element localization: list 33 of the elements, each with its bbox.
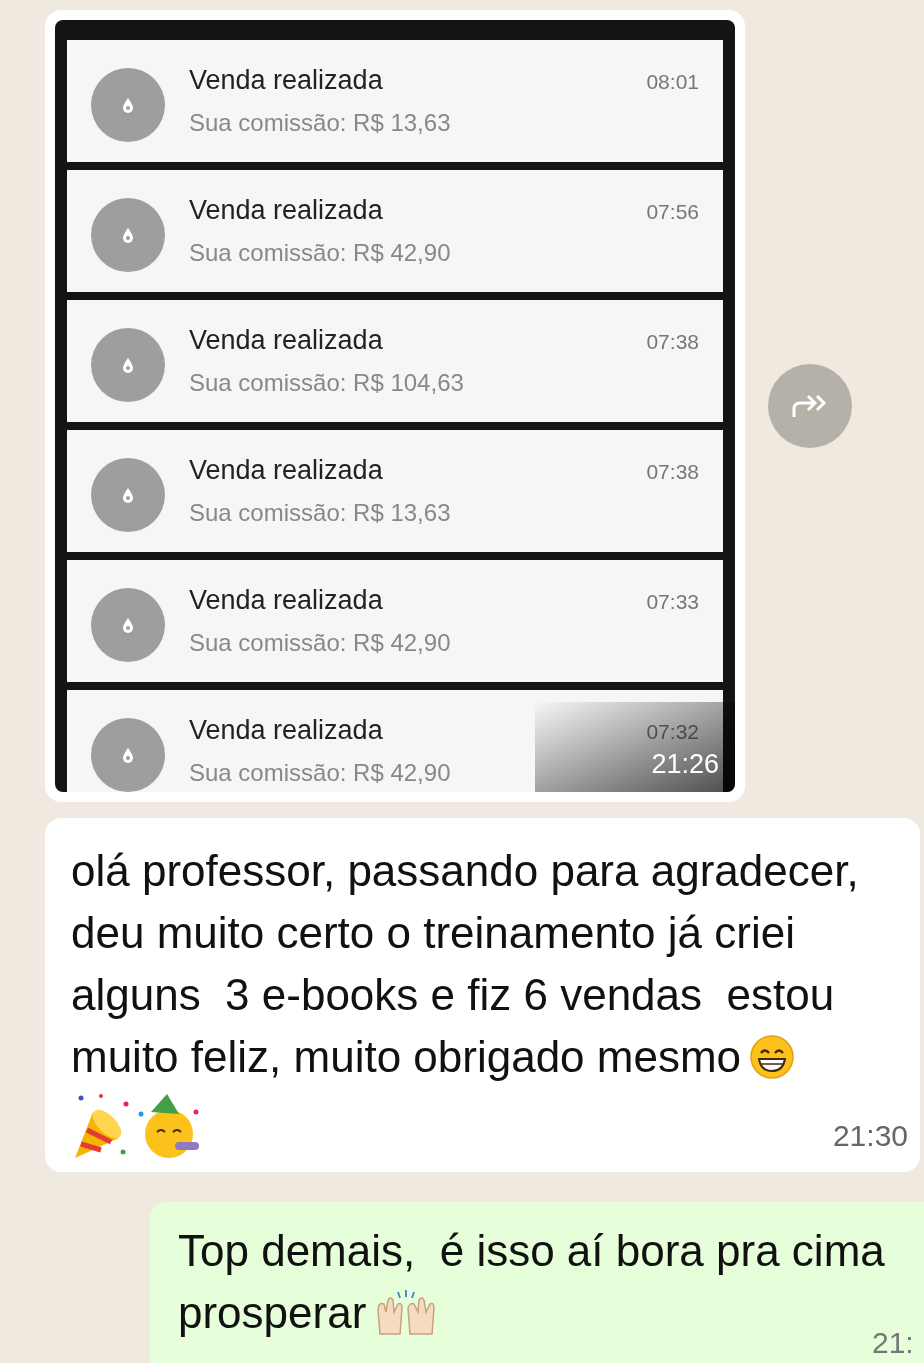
message-text-line: olá professor, passando para agradecer, [71,845,859,897]
notification-time: 07:38 [646,459,699,485]
message-time: 21:26 [651,747,719,781]
notification-card[interactable]: Venda realizada 07:33 Sua comissão: R$ 42,90 [67,560,723,682]
notification-title: Venda realizada [189,584,383,617]
notification-title: Venda realizada [189,64,383,97]
notification-time: 08:01 [646,69,699,95]
notification-title: Venda realizada [189,194,383,227]
notification-body: Sua comissão: R$ 13,63 [189,497,451,528]
notification-card[interactable]: Venda realizada 07:56 Sua comissão: R$ 42,90 [67,170,723,292]
notification-time: 07:38 [646,329,699,355]
notification-body: Sua comissão: R$ 42,90 [189,237,451,268]
message-text-line: prosperar [178,1287,367,1339]
notification-time: 07:33 [646,589,699,615]
notification-card[interactable]: Venda realizada 07:38 Sua comissão: R$ 104,63 [67,300,723,422]
message-text-line: Top demais, é isso aí bora pra cima [178,1225,885,1277]
notification-title: Venda realizada [189,714,383,747]
notification-time: 07:56 [646,199,699,225]
notification-time: 07:32 [646,719,699,745]
notification-body: Sua comissão: R$ 42,90 [189,627,451,658]
notification-body: Sua comissão: R$ 42,90 [189,757,451,788]
message-text-line: alguns 3 e-books e fiz 6 vendas estou [71,969,835,1021]
notification-title: Venda realizada [189,454,383,487]
notification-card[interactable]: Venda realizada 07:38 Sua comissão: R$ 13,63 [67,430,723,552]
notification-body: Sua comissão: R$ 104,63 [189,367,464,398]
message-text-line: muito feliz, muito obrigado mesmo [71,1031,742,1083]
message-time: 21: [872,1325,914,1361]
grinning-face-icon [749,1034,796,1080]
notification-body: Sua comissão: R$ 13,63 [189,107,451,138]
notification-card[interactable]: Venda realizada 08:01 Sua comissão: R$ 13,63 [67,40,723,162]
message-text-line: deu muito certo o treinamento já criei [71,907,795,959]
notification-title: Venda realizada [189,324,383,357]
message-time: 21:30 [832,1118,908,1154]
